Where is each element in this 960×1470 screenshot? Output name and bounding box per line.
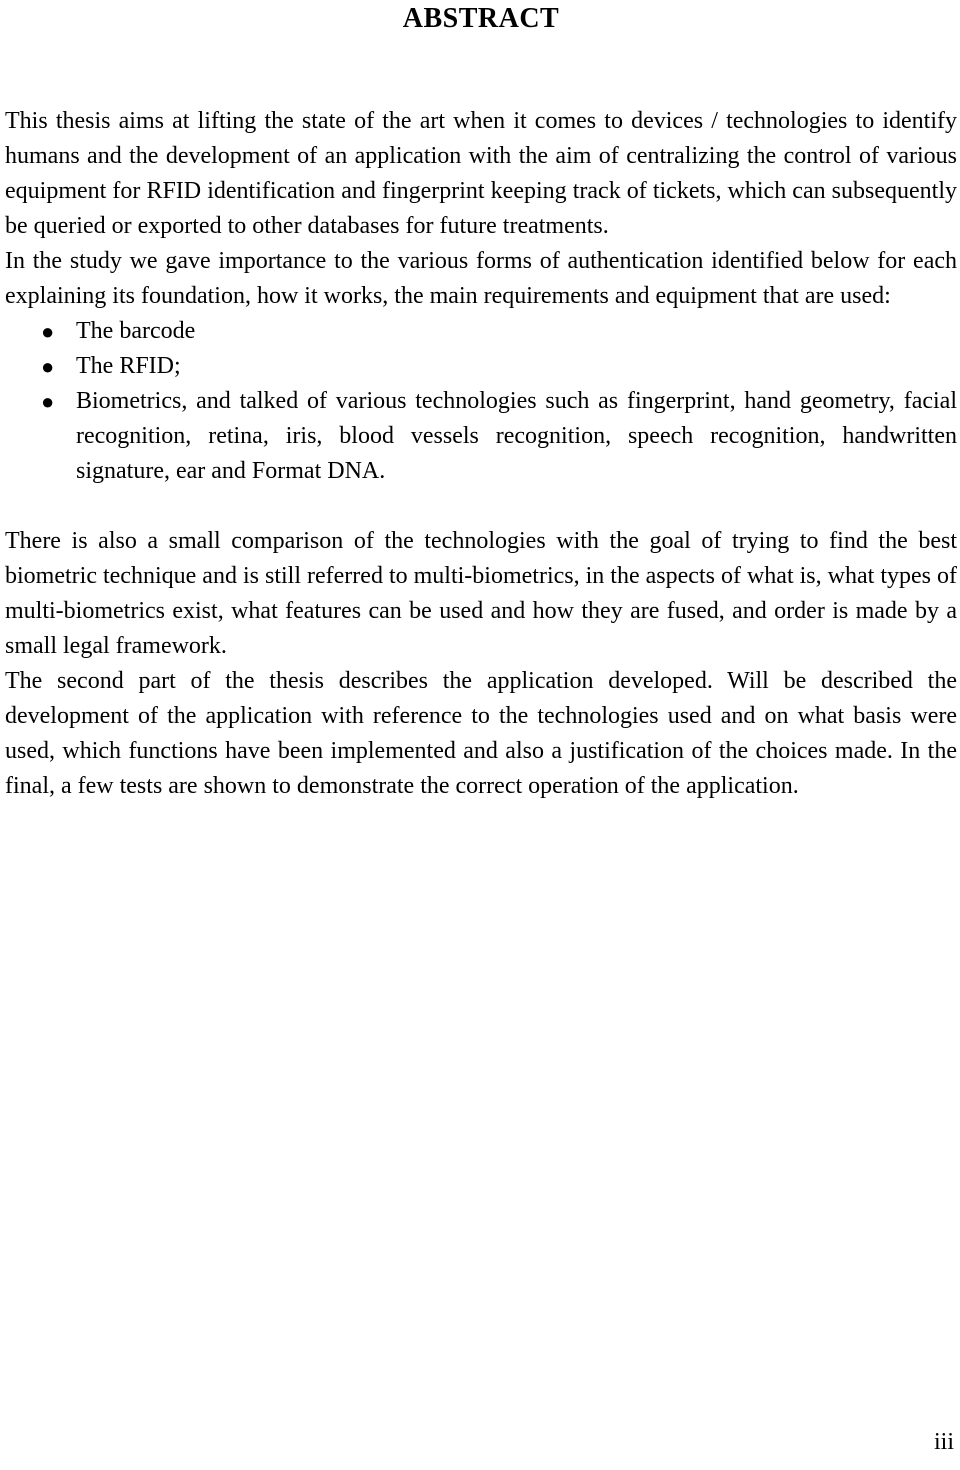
bullet-point-icon: ● xyxy=(41,319,55,344)
paragraph-intro: This thesis aims at lifting the state of… xyxy=(5,108,957,239)
paragraph-second-part: The second part of the thesis describes … xyxy=(5,668,957,799)
page-number: iii xyxy=(933,1429,954,1455)
page-title: ABSTRACT xyxy=(402,3,560,34)
bullet-point-icon: ● xyxy=(41,389,55,414)
list-item: ● The barcode xyxy=(5,314,957,349)
abstract-page: ABSTRACT This thesis aims at lifting the… xyxy=(0,0,960,1470)
authentication-forms-list: ● The barcode ● The RFID; ● Biometrics, … xyxy=(5,314,957,489)
list-item: ● The RFID; xyxy=(5,349,957,384)
page-content: ABSTRACT This thesis aims at lifting the… xyxy=(5,0,957,804)
paragraph-comparison: There is also a small comparison of the … xyxy=(5,528,957,659)
bullet-point-icon: ● xyxy=(41,354,55,379)
title-spacer xyxy=(5,36,957,104)
list-item-label: The RFID; xyxy=(76,353,181,379)
list-item: ● Biometrics, and talked of various tech… xyxy=(5,384,957,489)
list-item-label: The barcode xyxy=(76,318,196,344)
paragraph-study-lead-in: In the study we gave importance to the v… xyxy=(5,248,957,309)
list-item-label: Biometrics, and talked of various techno… xyxy=(76,388,957,484)
